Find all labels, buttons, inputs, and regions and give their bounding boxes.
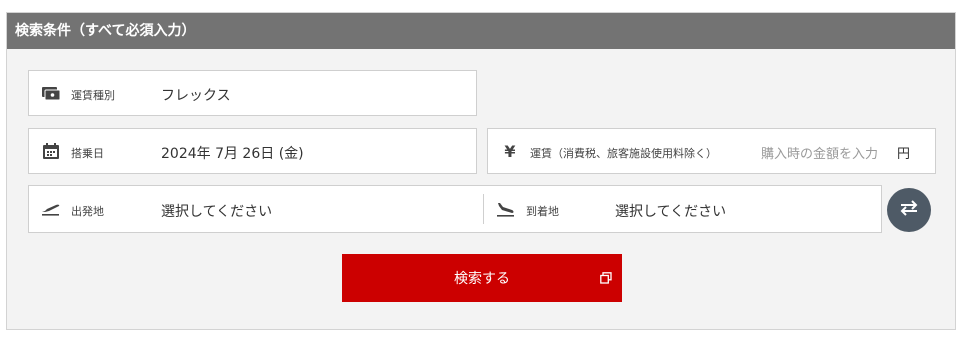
ticket-icon — [41, 83, 61, 103]
panel-header: 検索条件（すべて必須入力） — [7, 13, 955, 49]
swap-route-button[interactable] — [887, 188, 931, 232]
arrival-label: 到着地 — [526, 205, 559, 218]
calendar-icon — [41, 141, 61, 161]
fare-amount-label: 運賃（消費税、旅客施設使用料除く） — [530, 147, 717, 160]
arrival-field[interactable]: 到着地 選択してください — [484, 186, 881, 232]
boarding-date-label: 搭乗日 — [71, 147, 104, 160]
yen-icon: ¥ — [504, 141, 516, 161]
fare-amount-field: ¥ 運賃（消費税、旅客施設使用料除く） 購入時の金額を入力 円 — [487, 128, 936, 174]
landing-icon — [496, 199, 516, 219]
takeoff-icon — [41, 199, 61, 219]
arrival-value: 選択してください — [615, 204, 727, 220]
fare-amount-unit: 円 — [897, 147, 911, 162]
search-conditions-panel: 検索条件（すべて必須入力） 運賃種別 フレックス 搭乗日 2024年 7月 26… — [6, 12, 956, 330]
route-field: 出発地 選択してください 到着地 選択してください — [28, 185, 882, 233]
swap-arrows-icon — [898, 199, 920, 221]
fare-type-label: 運賃種別 — [71, 89, 115, 102]
search-button-label: 検索する — [454, 271, 510, 287]
departure-value: 選択してください — [161, 204, 273, 220]
fare-amount-input[interactable]: 購入時の金額を入力 — [761, 143, 878, 162]
search-button[interactable]: 検索する — [342, 254, 622, 302]
departure-field[interactable]: 出発地 選択してください — [29, 186, 483, 232]
boarding-date-value: 2024年 7月 26日 (金) — [161, 146, 304, 162]
fare-type-value: フレックス — [161, 88, 231, 104]
external-window-icon — [600, 272, 612, 284]
departure-label: 出発地 — [71, 205, 104, 218]
boarding-date-field[interactable]: 搭乗日 2024年 7月 26日 (金) — [28, 128, 477, 174]
fare-type-field[interactable]: 運賃種別 フレックス — [28, 70, 477, 116]
